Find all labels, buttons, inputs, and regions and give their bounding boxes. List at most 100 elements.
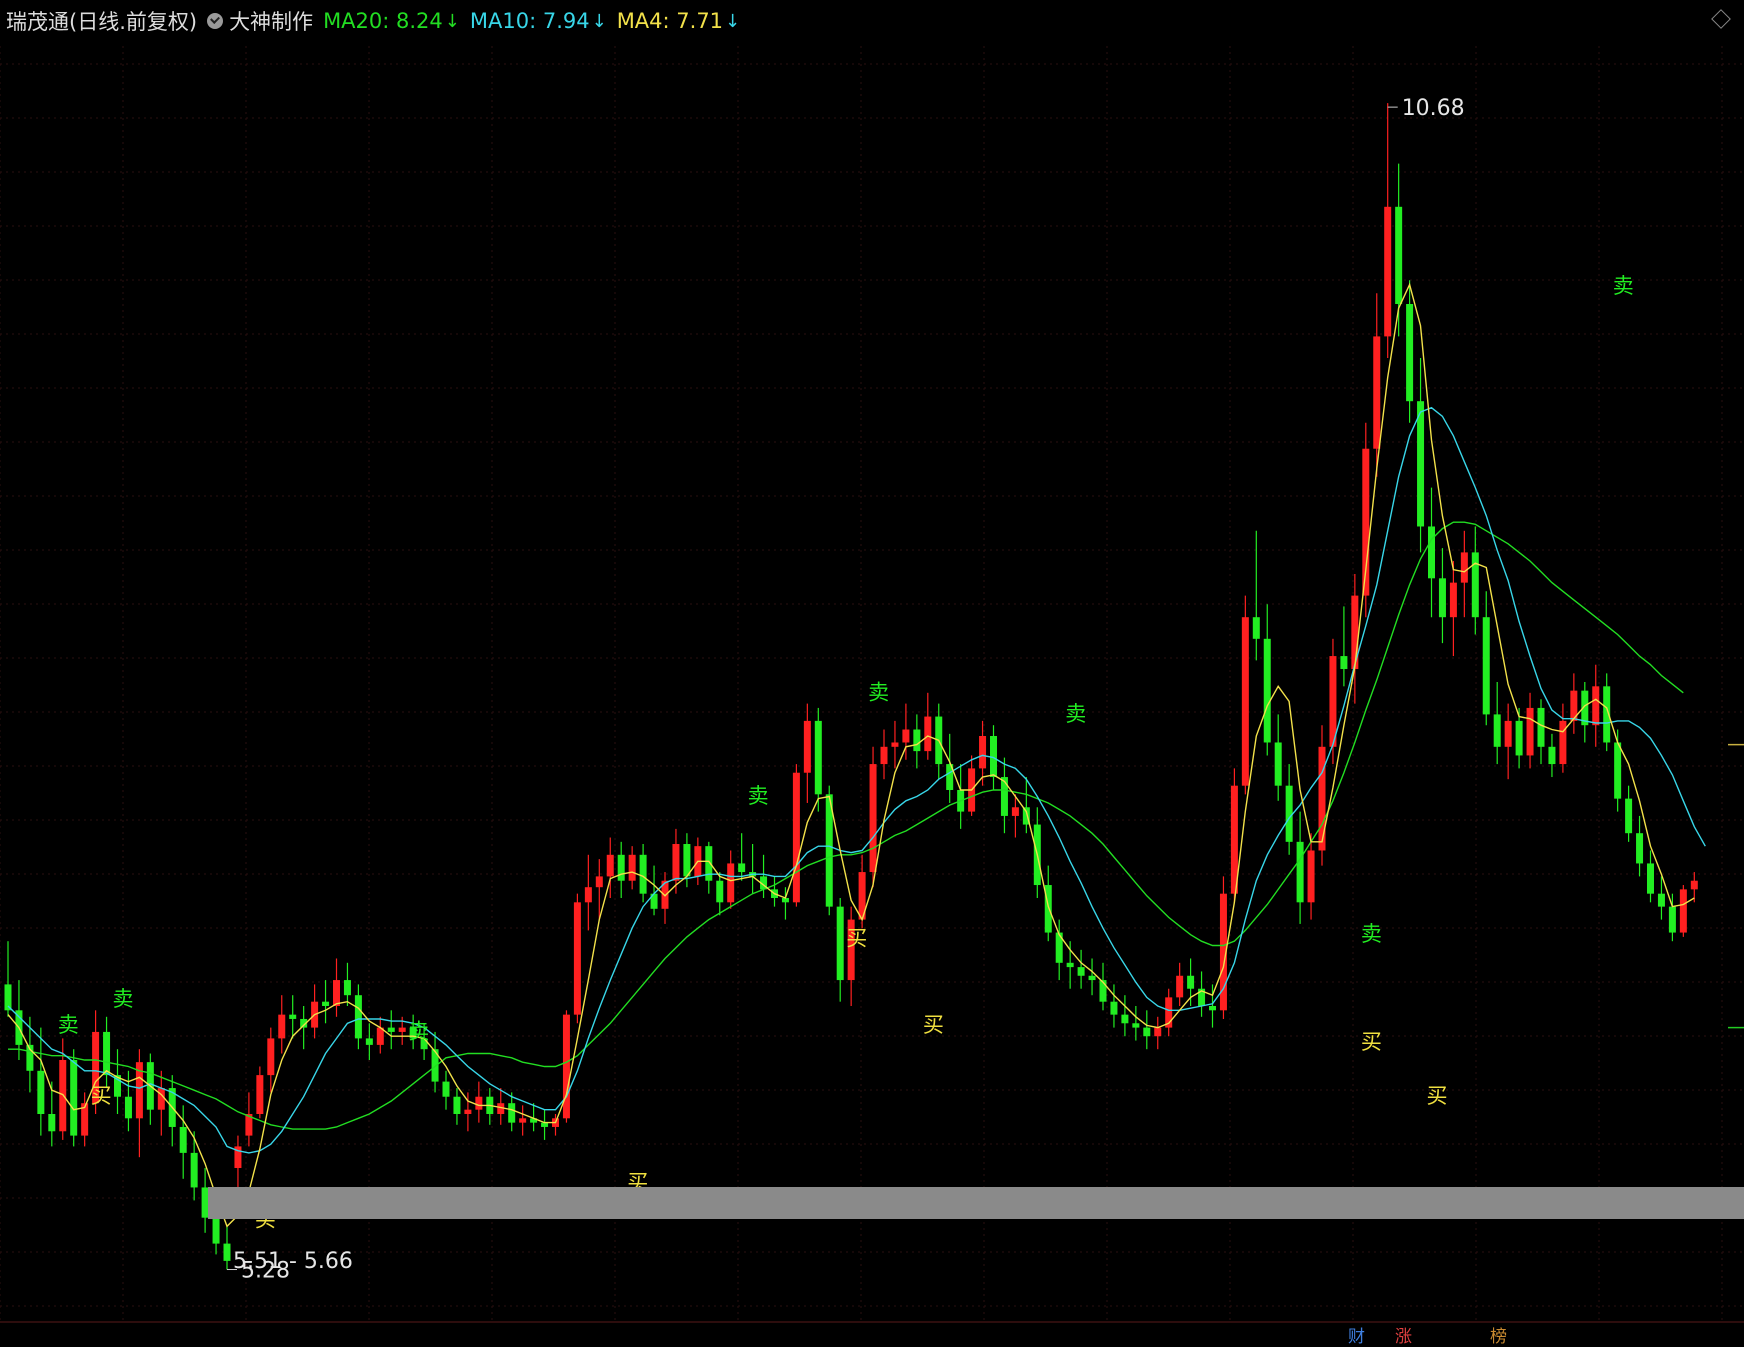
sell-signal-label: 卖 [748, 784, 769, 808]
candle-up [902, 729, 910, 743]
candle-down [1548, 746, 1556, 765]
candle-down [212, 1217, 220, 1244]
candle-up [267, 1038, 275, 1076]
candle-down [508, 1103, 516, 1123]
candle-down [1209, 1006, 1216, 1011]
candle-up [880, 746, 888, 765]
candle-up [157, 1088, 165, 1110]
candle-down [683, 844, 691, 877]
candle-down [190, 1152, 198, 1188]
candle-down [1395, 206, 1403, 304]
candle-up [464, 1109, 472, 1114]
candle-down [1099, 980, 1107, 1002]
candle-down [1143, 1027, 1151, 1037]
candle-up [1176, 975, 1184, 998]
stock-title[interactable]: 瑞茂通(日线.前复权) [6, 6, 197, 36]
candle-down [705, 846, 713, 881]
chart-labels: 买买买买买买买买卖卖卖卖卖卖卖卖卖10.685.285.51 - 5.66 [58, 96, 1744, 1284]
candle-up [475, 1096, 483, 1110]
candle-down [1493, 714, 1501, 747]
candle-down [836, 906, 844, 981]
candle-up [1559, 720, 1567, 765]
candle-down [179, 1126, 187, 1153]
buy-signal-label: 买 [846, 927, 867, 951]
candle-up [803, 720, 811, 773]
candle-down [223, 1243, 231, 1261]
ma10-down-arrow-icon: ↓ [591, 10, 607, 32]
footer-tag-finance[interactable]: 财 [1348, 1322, 1365, 1347]
candle-down [37, 1070, 45, 1114]
candle-down [1121, 1014, 1129, 1024]
candle-down [913, 729, 921, 752]
candle-down [1077, 967, 1085, 976]
candle-down [453, 1096, 461, 1114]
candle-up [727, 863, 735, 903]
ma4-down-arrow-icon: ↓ [725, 10, 741, 32]
candle-down [1657, 893, 1665, 907]
candle-down [1340, 656, 1348, 670]
candle-down [1438, 578, 1446, 618]
candle-up [1241, 617, 1249, 786]
candle-down [1636, 833, 1644, 864]
candle-down [387, 1027, 395, 1032]
candle-up [562, 1014, 570, 1119]
candle-up [628, 854, 636, 881]
candle-down [354, 995, 362, 1039]
candle-up [1526, 707, 1534, 756]
candle-down [1406, 304, 1414, 402]
ma10-line [7, 406, 1706, 1154]
candle-down [1471, 552, 1479, 618]
candle-down [442, 1081, 450, 1097]
zone-range-label: 5.51 - 5.66 [233, 1249, 353, 1274]
candle-up [1318, 746, 1326, 851]
check-circle-icon [207, 13, 224, 29]
candle-down [365, 1038, 373, 1045]
candle-down [322, 1001, 330, 1006]
candle-up [1460, 552, 1468, 583]
candle-up [979, 736, 987, 769]
candle-up [584, 887, 592, 903]
candlestick-chart[interactable]: 买买买买买买买买卖卖卖卖卖卖卖卖卖10.685.285.51 - 5.66 [0, 0, 1744, 1344]
ma4-label: MA4: 7.71 [616, 9, 724, 33]
candle-down [1428, 526, 1435, 579]
ma20-readout: MA20: 8.24 ↓ [323, 9, 460, 33]
sell-signal-label: 卖 [408, 1019, 429, 1043]
candle-up [1307, 850, 1315, 903]
candle-down [1515, 720, 1523, 756]
candle-up [891, 742, 899, 747]
candle-down [124, 1096, 132, 1119]
candle-up [1011, 807, 1019, 816]
candle-down [1110, 1001, 1118, 1015]
candle-up [1504, 720, 1512, 747]
footer-tag-rank[interactable]: 榜 [1490, 1322, 1507, 1347]
sell-signal-label: 卖 [1361, 922, 1382, 946]
candle-up [1329, 656, 1337, 747]
indicator-badge[interactable]: 大神制作 [207, 6, 313, 36]
candle-down [1296, 841, 1304, 903]
candle-up [1384, 206, 1392, 337]
candle-up [1690, 880, 1698, 890]
buy-signal-label: 买 [91, 1084, 112, 1108]
candle-down [103, 1031, 111, 1076]
buy-signal-label: 买 [1427, 1084, 1448, 1108]
candle-up [606, 854, 614, 877]
ma10-label: MA10: 7.94 [469, 9, 590, 33]
candle-up [1154, 1027, 1162, 1037]
candle-up [924, 716, 932, 752]
candle-up [278, 1014, 286, 1039]
candle-down [1274, 742, 1282, 786]
candle-down [343, 980, 351, 996]
ma10-readout: MA10: 7.94 ↓ [470, 9, 607, 33]
candle-down [814, 720, 822, 795]
footer-tag-rise[interactable]: 涨 [1395, 1322, 1412, 1347]
candle-down [1614, 742, 1622, 799]
candle-down [1537, 707, 1545, 747]
candle-up [573, 902, 581, 1015]
buy-signal-label: 买 [1361, 1030, 1382, 1054]
candle-down [1066, 962, 1074, 968]
candle-up [1373, 336, 1381, 449]
candle-up [1449, 582, 1457, 618]
candle-down [617, 854, 625, 881]
ma20-label: MA20: 8.24 [323, 9, 443, 33]
candle-down [1668, 906, 1676, 933]
